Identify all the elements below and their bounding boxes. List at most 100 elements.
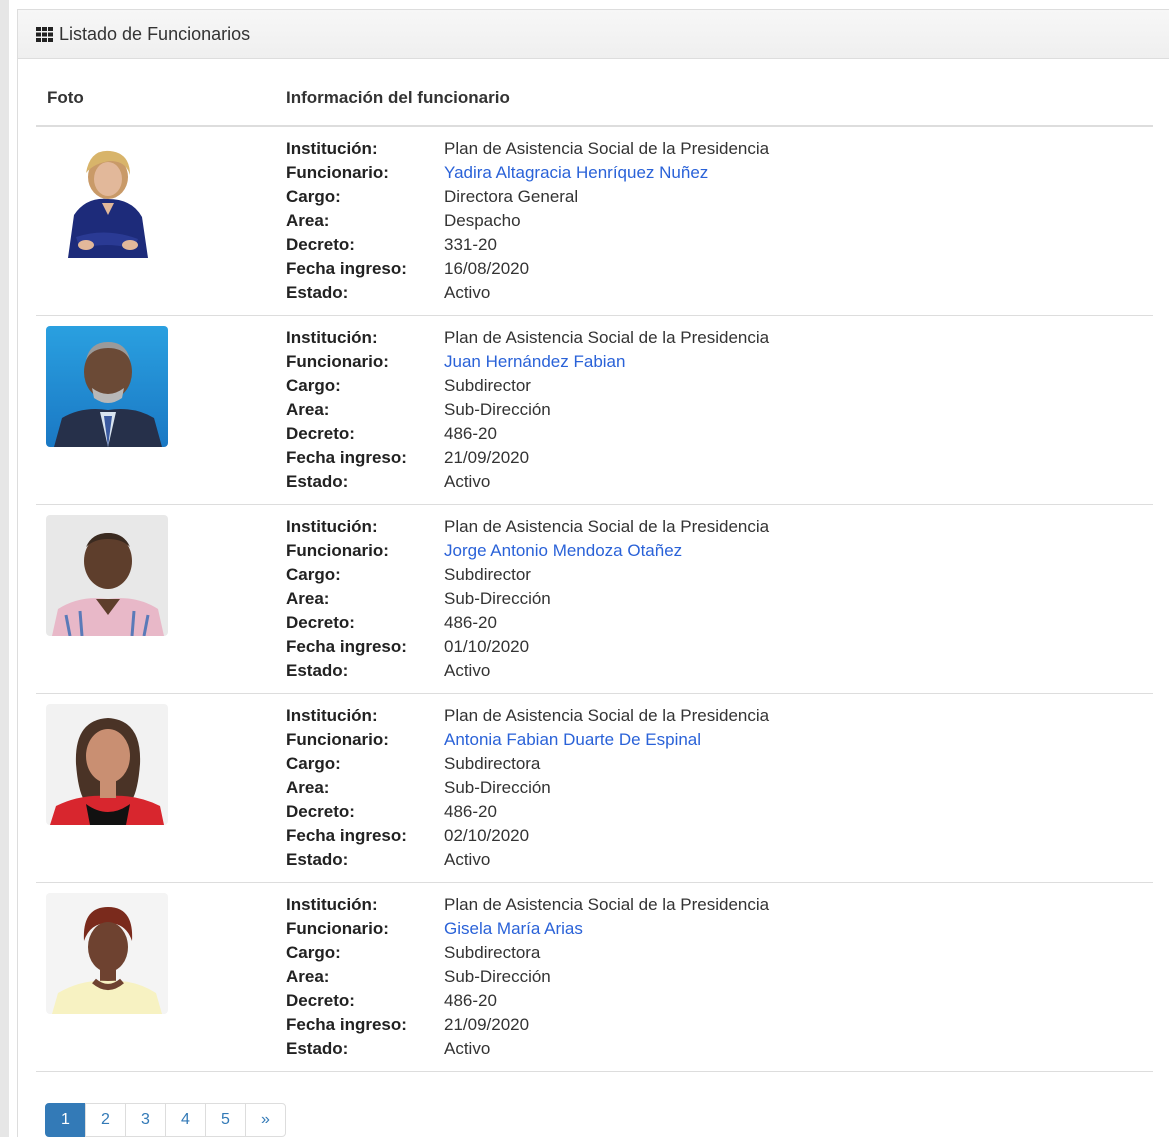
label-institucion: Institución:: [286, 328, 378, 347]
value-decreto: 486-20: [444, 991, 497, 1010]
table-header: Foto Información del funcionario: [36, 70, 1153, 127]
next-page-button[interactable]: »: [245, 1103, 286, 1137]
info-cell: Institución: Plan de Asistencia Social de…: [286, 316, 1153, 504]
label-cargo: Cargo:: [286, 754, 341, 773]
value-estado: Activo: [444, 661, 491, 680]
label-area: Area:: [286, 211, 330, 230]
table-row: Institución: Plan de Asistencia Social de…: [36, 883, 1153, 1072]
label-decreto: Decreto:: [286, 613, 355, 632]
info-cell: Institución: Plan de Asistencia Social de…: [286, 505, 1153, 693]
value-institucion: Plan de Asistencia Social de la Presiden…: [444, 895, 770, 914]
value-fecha: 16/08/2020: [444, 259, 530, 278]
value-fecha: 01/10/2020: [444, 637, 530, 656]
table-row: Institución: Plan de Asistencia Social de…: [36, 316, 1153, 505]
value-cargo: Subdirectora: [444, 943, 541, 962]
info-cell: Institución: Plan de Asistencia Social de…: [286, 127, 1153, 315]
label-estado: Estado:: [286, 850, 349, 869]
label-funcionario: Funcionario:: [286, 919, 389, 938]
value-estado: Activo: [444, 1039, 491, 1058]
value-decreto: 331-20: [444, 235, 497, 254]
label-funcionario: Funcionario:: [286, 730, 389, 749]
value-institucion: Plan de Asistencia Social de la Presiden…: [444, 706, 770, 725]
value-fecha: 21/09/2020: [444, 448, 530, 467]
official-photo: [46, 326, 168, 447]
label-funcionario: Funcionario:: [286, 163, 389, 182]
label-institucion: Institución:: [286, 139, 378, 158]
label-area: Area:: [286, 967, 330, 986]
pagination: 1 2 3 4 5 »: [45, 1103, 286, 1137]
page-3-button[interactable]: 3: [125, 1103, 166, 1137]
photo-cell: [36, 127, 286, 315]
label-fecha: Fecha ingreso:: [286, 826, 407, 845]
label-area: Area:: [286, 589, 330, 608]
label-fecha: Fecha ingreso:: [286, 448, 407, 467]
value-decreto: 486-20: [444, 802, 497, 821]
page-4-button[interactable]: 4: [165, 1103, 206, 1137]
officials-table: Foto Información del funcionario Institu…: [36, 70, 1153, 1072]
header-foto: Foto: [47, 87, 84, 107]
value-decreto: 486-20: [444, 424, 497, 443]
label-cargo: Cargo:: [286, 376, 341, 395]
value-area: Sub-Dirección: [444, 589, 551, 608]
value-fecha: 02/10/2020: [444, 826, 530, 845]
page-2-button[interactable]: 2: [85, 1103, 126, 1137]
official-name-link[interactable]: Juan Hernández Fabian: [444, 352, 625, 372]
value-cargo: Subdirector: [444, 565, 531, 584]
page-1-button[interactable]: 1: [45, 1103, 86, 1137]
official-photo: [46, 137, 168, 258]
label-cargo: Cargo:: [286, 943, 341, 962]
label-decreto: Decreto:: [286, 424, 355, 443]
label-estado: Estado:: [286, 283, 349, 302]
label-institucion: Institución:: [286, 517, 378, 536]
label-estado: Estado:: [286, 661, 349, 680]
table-row: Institución: Plan de Asistencia Social de…: [36, 505, 1153, 694]
label-institucion: Institución:: [286, 895, 378, 914]
value-area: Sub-Dirección: [444, 778, 551, 797]
official-name-link[interactable]: Jorge Antonio Mendoza Otañez: [444, 541, 682, 561]
info-cell: Institución: Plan de Asistencia Social de…: [286, 694, 1153, 882]
label-institucion: Institución:: [286, 706, 378, 725]
value-area: Sub-Dirección: [444, 967, 551, 986]
value-fecha: 21/09/2020: [444, 1015, 530, 1034]
label-cargo: Cargo:: [286, 187, 341, 206]
value-area: Sub-Dirección: [444, 400, 551, 419]
label-decreto: Decreto:: [286, 802, 355, 821]
official-name-link[interactable]: Gisela María Arias: [444, 919, 583, 939]
label-fecha: Fecha ingreso:: [286, 259, 407, 278]
official-photo: [46, 893, 168, 1014]
grid-icon: [36, 26, 53, 42]
label-estado: Estado:: [286, 472, 349, 491]
label-funcionario: Funcionario:: [286, 541, 389, 560]
photo-cell: [36, 694, 286, 882]
panel-title: Listado de Funcionarios: [59, 23, 251, 44]
value-estado: Activo: [444, 283, 491, 302]
label-decreto: Decreto:: [286, 991, 355, 1010]
table-row: Institución: Plan de Asistencia Social de…: [36, 127, 1153, 316]
official-name-link[interactable]: Antonia Fabian Duarte De Espinal: [444, 730, 701, 750]
official-photo: [46, 515, 168, 636]
value-area: Despacho: [444, 211, 521, 230]
value-institucion: Plan de Asistencia Social de la Presiden…: [444, 517, 770, 536]
official-name-link[interactable]: Yadira Altagracia Henríquez Nuñez: [444, 163, 708, 183]
panel-heading: Listado de Funcionarios: [18, 10, 1169, 59]
value-decreto: 486-20: [444, 613, 497, 632]
page-5-button[interactable]: 5: [205, 1103, 246, 1137]
left-rail: [0, 0, 9, 1137]
label-area: Area:: [286, 400, 330, 419]
label-cargo: Cargo:: [286, 565, 341, 584]
label-estado: Estado:: [286, 1039, 349, 1058]
info-cell: Institución: Plan de Asistencia Social de…: [286, 883, 1153, 1071]
officials-panel: Listado de Funcionarios Foto Información…: [17, 9, 1169, 1137]
table-row: Institución: Plan de Asistencia Social de…: [36, 694, 1153, 883]
value-estado: Activo: [444, 472, 491, 491]
label-fecha: Fecha ingreso:: [286, 637, 407, 656]
value-cargo: Subdirectora: [444, 754, 541, 773]
label-area: Area:: [286, 778, 330, 797]
value-institucion: Plan de Asistencia Social de la Presiden…: [444, 139, 770, 158]
value-cargo: Directora General: [444, 187, 579, 206]
label-funcionario: Funcionario:: [286, 352, 389, 371]
photo-cell: [36, 316, 286, 504]
value-institucion: Plan de Asistencia Social de la Presiden…: [444, 328, 770, 347]
label-decreto: Decreto:: [286, 235, 355, 254]
value-estado: Activo: [444, 850, 491, 869]
